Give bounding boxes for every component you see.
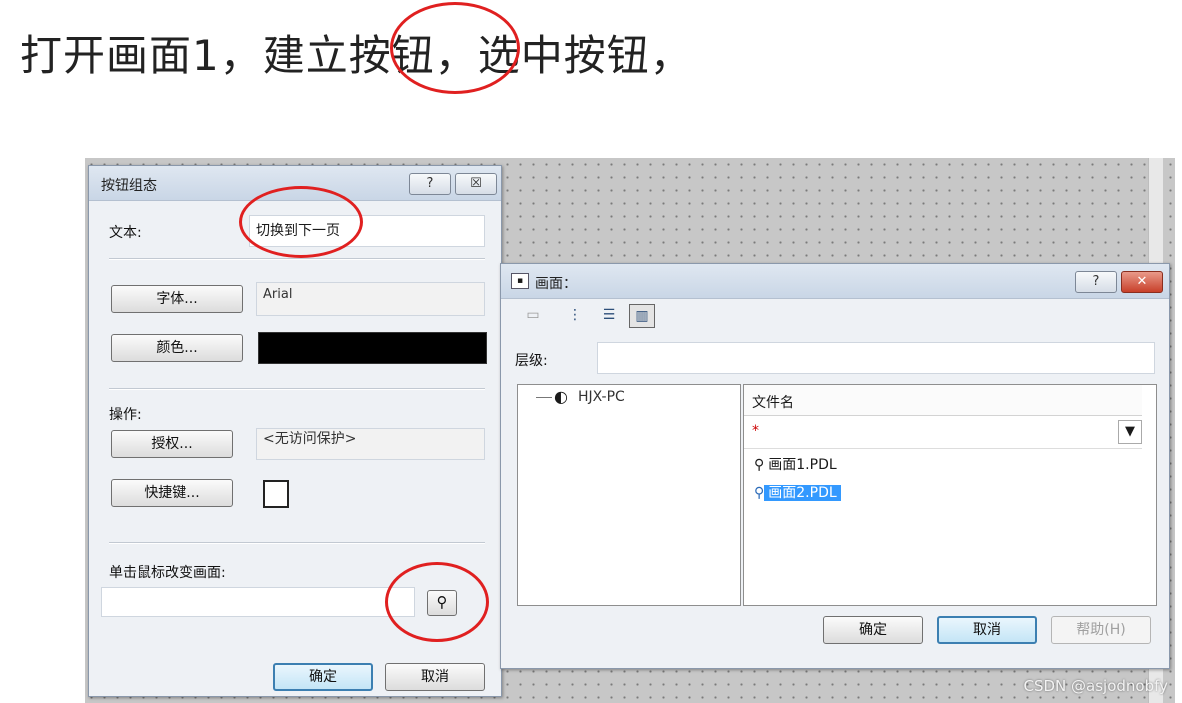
picture-select-dialog: ▪ 画面： ? ✕ ▭ ⋮ ☰ ▥ 层级: ◐ HJX-PC 文件名 * ▼ ⚲… bbox=[500, 263, 1170, 669]
hotkey-checkbox[interactable] bbox=[263, 480, 289, 508]
picture-select-titlebar: ▪ 画面： ? ✕ bbox=[501, 264, 1169, 299]
help-button[interactable]: 帮助(H) bbox=[1051, 616, 1151, 644]
level-field[interactable] bbox=[597, 342, 1155, 374]
filter-row[interactable]: * ▼ bbox=[744, 416, 1142, 449]
dialog-title: 按钮组态 bbox=[101, 178, 157, 194]
divider bbox=[109, 258, 485, 260]
picture-file-icon: ⚲ bbox=[754, 485, 765, 501]
button-config-dialog: 按钮组态 ? ☒ 文本: 切换到下一页 字体... Arial 颜色... 操作… bbox=[88, 165, 502, 697]
list-item-selected[interactable]: ⚲ 画面2.PDL bbox=[754, 481, 841, 505]
annotation-circle-text bbox=[239, 186, 363, 258]
column-header[interactable]: 文件名 bbox=[744, 385, 1142, 416]
font-value: Arial bbox=[256, 282, 485, 316]
tree-pane[interactable]: ◐ HJX-PC bbox=[517, 384, 741, 606]
color-swatch[interactable] bbox=[258, 332, 487, 364]
filter-value: * bbox=[752, 423, 759, 439]
filter-icon[interactable]: ▼ bbox=[1118, 420, 1142, 444]
hotkey-button[interactable]: 快捷键... bbox=[111, 479, 233, 507]
font-button[interactable]: 字体... bbox=[111, 285, 243, 313]
authorization-value: <无访问保护> bbox=[256, 428, 485, 460]
computer-icon: ◐ bbox=[554, 387, 568, 406]
level-label: 层级: bbox=[515, 353, 548, 369]
operation-label: 操作: bbox=[109, 407, 142, 423]
annotation-circle-heading bbox=[390, 2, 520, 94]
list-view-icon[interactable]: ☰ bbox=[597, 304, 621, 326]
tree-root-node[interactable]: HJX-PC bbox=[578, 389, 625, 405]
close-title-button[interactable]: ☒ bbox=[455, 173, 497, 195]
help-title-button[interactable]: ? bbox=[1075, 271, 1117, 293]
close-title-button[interactable]: ✕ bbox=[1121, 271, 1163, 293]
help-title-button[interactable]: ? bbox=[409, 173, 451, 195]
list-item[interactable]: ⚲ 画面1.PDL bbox=[754, 453, 841, 477]
divider bbox=[109, 542, 485, 544]
text-label: 文本: bbox=[109, 225, 142, 241]
cancel-button[interactable]: 取消 bbox=[937, 616, 1037, 644]
divider bbox=[109, 388, 485, 390]
ok-button[interactable]: 确定 bbox=[273, 663, 373, 691]
dialog-title: 画面： bbox=[535, 276, 577, 292]
tree-view-icon[interactable]: ⋮ bbox=[563, 304, 587, 326]
ok-button[interactable]: 确定 bbox=[823, 616, 923, 644]
window-icon: ▪ bbox=[511, 273, 529, 289]
cancel-button[interactable]: 取消 bbox=[385, 663, 485, 691]
folder-icon[interactable]: ▭ bbox=[521, 304, 545, 326]
authorization-button[interactable]: 授权... bbox=[111, 430, 233, 458]
click-change-picture-label: 单击鼠标改变画面: bbox=[109, 565, 226, 581]
click-change-picture-field[interactable] bbox=[101, 587, 415, 617]
color-button[interactable]: 颜色... bbox=[111, 334, 243, 362]
picture-file-icon: ⚲ bbox=[754, 457, 765, 473]
tree-connector bbox=[536, 397, 552, 398]
annotation-circle-browse bbox=[385, 562, 489, 642]
instruction-heading: 打开画面1，建立按钮，选中按钮， bbox=[20, 31, 693, 80]
file-pane[interactable]: 文件名 * ▼ ⚲ 画面1.PDL ⚲ 画面2.PDL bbox=[743, 384, 1157, 606]
watermark: CSDN @asjodnobfy bbox=[1023, 677, 1168, 695]
detail-view-icon[interactable]: ▥ bbox=[629, 304, 655, 328]
column-header-label: 文件名 bbox=[752, 395, 794, 411]
